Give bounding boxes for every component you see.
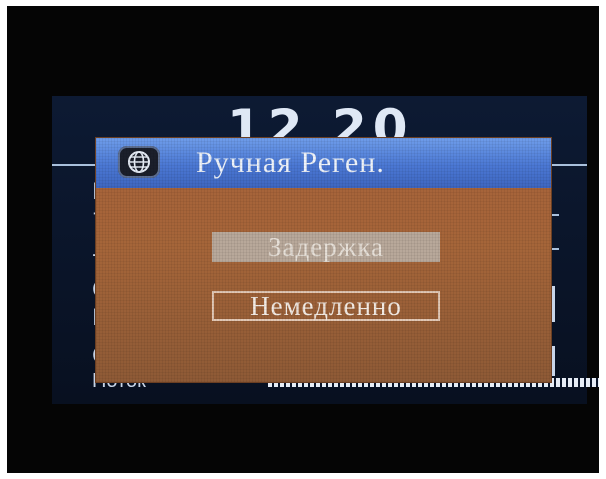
device-photo: 12 20 I 7 - C E C Поток Ручна: [7, 6, 599, 473]
manual-regen-dialog: Ручная Реген. Задержка Немедленно: [95, 137, 552, 383]
option-delay[interactable]: Задержка: [212, 232, 440, 262]
dialog-title: Ручная Реген.: [196, 146, 385, 179]
option-immediately[interactable]: Немедленно: [212, 291, 440, 321]
right-scroll-tick-2: [552, 346, 555, 376]
right-scroll-tick-1: [552, 286, 555, 322]
globe-icon: [118, 146, 160, 178]
clock-display: 12 20: [227, 99, 414, 142]
divider-right: [549, 164, 587, 166]
dialog-header: Ручная Реген.: [96, 138, 551, 188]
